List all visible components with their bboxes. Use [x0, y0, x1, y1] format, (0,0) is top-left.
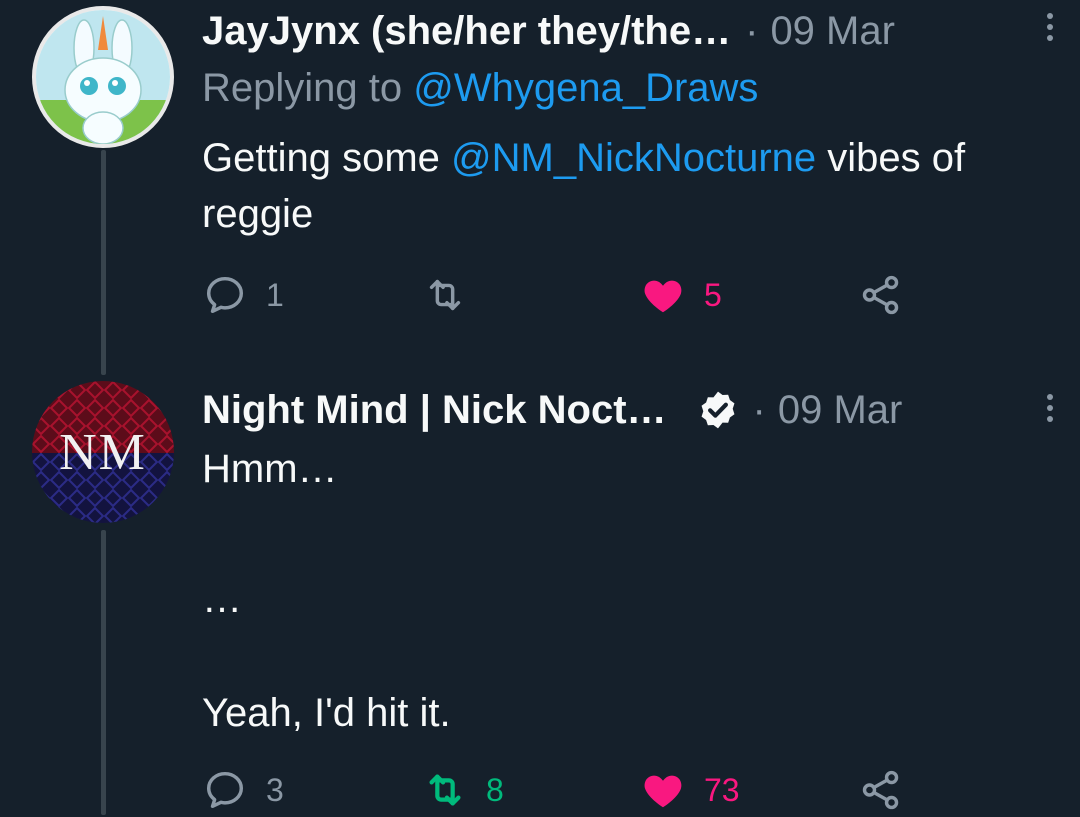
reply-button[interactable]: 1 [202, 272, 284, 318]
tweet-text-before: Getting some [202, 136, 440, 180]
share-button[interactable] [858, 272, 904, 318]
tweet-text: Getting some @NM_NickNocturne vibes of r… [202, 130, 1040, 242]
retweet-icon [429, 279, 461, 311]
tweet-header: Night Mind | Nick Noct… · 09 Mar [202, 387, 1050, 433]
heart-icon [644, 775, 682, 808]
avatar-text: NM [59, 424, 147, 481]
avatar-nightmind[interactable]: NM [32, 381, 174, 523]
retweet-button[interactable]: 8 [422, 767, 504, 813]
tweet-nightmind[interactable]: NM Night Mind | Nick Noct… · 09 Mar Hmm…… [0, 375, 1080, 815]
tweet-text-line3: Yeah, I'd hit it. [202, 691, 451, 735]
heart-icon [644, 280, 682, 313]
verified-badge-icon [701, 391, 734, 429]
share-icon [862, 275, 899, 315]
replying-to-label: Replying to [202, 66, 403, 110]
retweet-count: 8 [486, 771, 504, 808]
avatar-jayjynx[interactable] [32, 6, 174, 148]
replying-to: Replying to @Whygena_Draws [202, 66, 758, 111]
like-button[interactable]: 5 [640, 272, 722, 318]
tweet-jayjynx[interactable]: JayJynx (she/her they/the… · 09 Mar Repl… [0, 0, 1080, 375]
reply-icon [206, 771, 244, 809]
display-name[interactable]: Night Mind | Nick Noct… [202, 388, 667, 433]
retweet-icon [429, 774, 461, 806]
tweet-header: JayJynx (she/her they/the… · 09 Mar [202, 8, 1050, 54]
share-button[interactable] [858, 767, 904, 813]
reply-icon [206, 276, 244, 314]
tweet-date[interactable]: 09 Mar [770, 9, 895, 54]
tweet-date[interactable]: 09 Mar [778, 388, 903, 433]
mention-link[interactable]: @NM_NickNocturne [451, 136, 816, 180]
reply-count: 1 [266, 276, 284, 313]
like-button[interactable]: 73 [640, 767, 740, 813]
more-icon[interactable] [1040, 8, 1060, 52]
separator-dot: · [752, 387, 766, 432]
replying-to-handle[interactable]: @Whygena_Draws [413, 66, 758, 110]
tweet-actions: 3 8 73 [202, 767, 922, 817]
thread-line [101, 530, 106, 815]
reply-count: 3 [266, 771, 284, 808]
tweet-text-line1: Hmm… [202, 447, 338, 491]
separator-dot: · [745, 8, 759, 53]
display-name[interactable]: JayJynx (she/her they/the… [202, 9, 731, 54]
like-count: 5 [704, 276, 722, 313]
share-icon [862, 770, 899, 810]
like-count: 73 [704, 771, 740, 808]
tweet-actions: 1 5 [202, 272, 922, 322]
retweet-button[interactable] [422, 272, 486, 318]
tweet-text-line2: … [202, 577, 242, 621]
more-icon[interactable] [1040, 389, 1060, 433]
reply-button[interactable]: 3 [202, 767, 284, 813]
thread-line [101, 150, 106, 375]
bunny-avatar-image [36, 10, 170, 144]
